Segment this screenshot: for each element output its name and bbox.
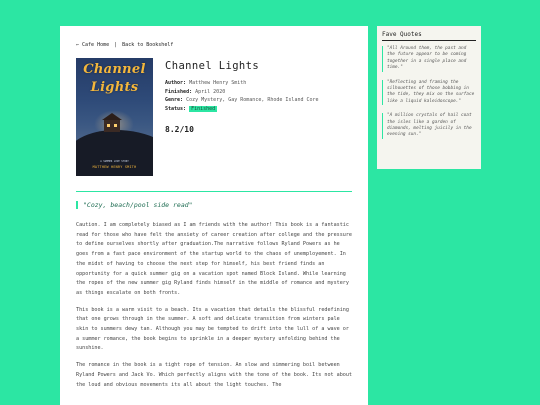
review-body: Caution. I am completely biased as I am … [76,221,352,390]
nav-separator: | [114,42,118,48]
author-value: Matthew Henry Smith [189,80,247,86]
quote-item: "A million crystals of hail coat the isl… [382,113,476,139]
genre-value: Cozy Mystery, Gay Romance, Rhode Island … [186,97,319,103]
review-paragraph: Caution. I am completely biased as I am … [76,222,353,296]
cover-window [114,124,117,127]
pull-quote: "Cozy, beach/pool side read" [76,201,352,209]
book-info: Channel Lights Author: Matthew Henry Smi… [165,58,352,176]
status-row: Status: Finished [165,105,352,114]
author-label: Author: [165,80,187,86]
genre-label: Genre: [165,97,184,103]
review-paragraph: This book is a warm visit to a beach. It… [76,306,349,352]
cover-house [102,113,122,132]
cover-title-line2: Lights [90,80,139,95]
book-card: ← Cafe Home | Back to Bookshelf Channel … [60,26,368,405]
author-row: Author: Matthew Henry Smith [165,79,352,88]
fave-quotes-panel: Fave Quotes "All Around them, the past a… [377,26,481,169]
review-paragraph: The romance in the book is a tight rope … [76,362,353,388]
finished-value: April 2020 [195,88,226,95]
book-meta: Author: Matthew Henry Smith Finished: Ap… [165,79,352,113]
status-label: Status: [165,105,187,112]
cover-title-line1: Channel [83,62,146,77]
cover-cliff [76,130,153,176]
finished-label: Finished: [165,88,193,95]
book-rating: 8.2/10 [165,125,194,134]
quote-item: "Reflecting and framing the silhouettes … [382,79,476,106]
finished-row: Finished: April 2020 [165,88,352,97]
genre-row: Genre: Cozy Mystery, Gay Romance, Rhode … [165,96,352,105]
status-badge: Finished [189,105,218,112]
book-cover-image: Channel Lights A SUMMER LOVE STORY MATTH… [76,58,153,176]
book-header: Channel Lights A SUMMER LOVE STORY MATTH… [76,58,352,176]
cover-tagline: A SUMMER LOVE STORY [100,160,129,163]
breadcrumb-nav: ← Cafe Home | Back to Bookshelf [76,42,352,48]
cafe-home-link[interactable]: ← Cafe Home [76,42,109,48]
section-divider [76,191,352,192]
back-to-bookshelf-link[interactable]: Back to Bookshelf [122,42,173,48]
fave-quotes-title: Fave Quotes [382,31,476,41]
quote-item: "All Around them, the past and the futur… [382,46,476,72]
book-title: Channel Lights [165,60,260,72]
cover-author: MATTHEW HENRY SMITH [92,165,137,169]
cover-window [107,124,110,127]
